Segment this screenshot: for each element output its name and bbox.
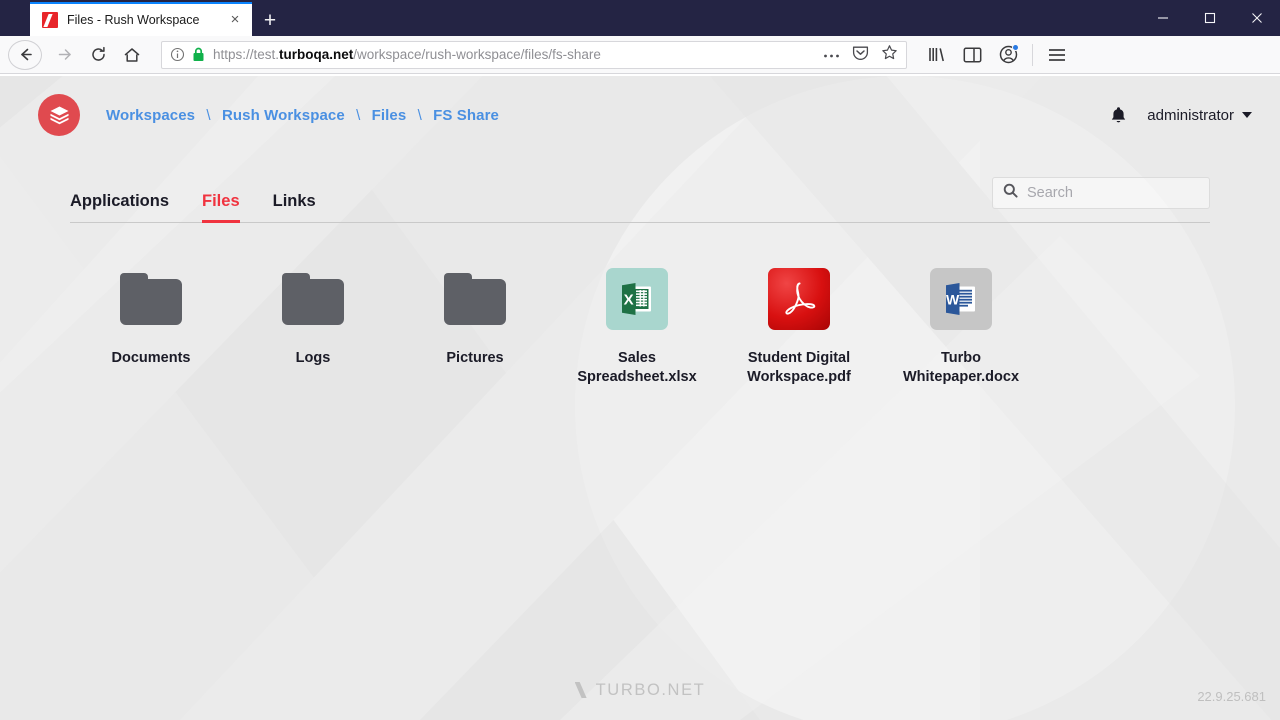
browser-titlebar: Files - Rush Workspace × +	[0, 0, 1280, 36]
header-right: administrator	[1110, 106, 1252, 125]
svg-text:X: X	[624, 292, 634, 309]
account-notification-dot	[1012, 44, 1019, 51]
account-icon[interactable]	[993, 40, 1023, 70]
file-item-label: Sales Spreadsheet.xlsx	[562, 349, 712, 387]
file-item-label: Documents	[112, 349, 191, 368]
page-info-icon[interactable]	[170, 47, 185, 62]
tab-applications[interactable]: Applications	[70, 192, 169, 222]
web-page: Workspaces \ Rush Workspace \ Files \ FS…	[0, 76, 1280, 720]
tab-close-icon[interactable]: ×	[226, 11, 244, 29]
tab-files[interactable]: Files	[202, 192, 240, 222]
browser-navbar: https://test.turboqa.net/workspace/rush-…	[0, 36, 1280, 74]
back-arrow-icon[interactable]	[8, 40, 42, 70]
pocket-icon[interactable]	[852, 44, 869, 66]
file-item-logs[interactable]: Logs	[232, 255, 394, 387]
svg-text:W: W	[946, 292, 960, 308]
file-item-documents[interactable]: Documents	[70, 255, 232, 387]
maximize-icon[interactable]	[1186, 0, 1233, 36]
turbo-logo-icon[interactable]	[38, 94, 80, 136]
minimize-icon[interactable]	[1139, 0, 1186, 36]
breadcrumb-item-rush-workspace[interactable]: Rush Workspace	[222, 107, 345, 124]
breadcrumb-separator: \	[206, 107, 210, 124]
file-item-label: Student Digital Workspace.pdf	[724, 349, 874, 387]
url-ellipsis-button[interactable]	[823, 46, 840, 64]
turbo-net-wordmark: TURBO.NET	[575, 681, 706, 700]
browser-tab-active[interactable]: Files - Rush Workspace ×	[30, 2, 252, 36]
folder-icon	[282, 263, 344, 335]
url-bar[interactable]: https://test.turboqa.net/workspace/rush-…	[161, 41, 907, 69]
breadcrumb-separator: \	[418, 107, 422, 124]
word-icon: W	[930, 263, 992, 335]
content-tabs: Applications Files Links Search	[70, 179, 1210, 223]
folder-icon	[120, 263, 182, 335]
file-item-turbo-whitepaper[interactable]: W Turbo Whitepaper.docx	[880, 255, 1042, 387]
toolbar-divider	[1032, 44, 1033, 66]
file-item-label: Pictures	[446, 349, 503, 368]
browser-toolbar-right	[921, 40, 1072, 70]
file-item-label: Logs	[296, 349, 331, 368]
turbo-favicon-icon	[42, 12, 58, 28]
file-item-label: Turbo Whitepaper.docx	[886, 349, 1036, 387]
bookmark-star-icon[interactable]	[881, 44, 898, 66]
close-icon[interactable]	[1233, 0, 1280, 36]
url-text: https://test.turboqa.net/workspace/rush-…	[213, 47, 815, 62]
browser-tab-title: Files - Rush Workspace	[67, 13, 226, 27]
file-item-student-digital-workspace[interactable]: Student Digital Workspace.pdf	[718, 255, 880, 387]
user-menu[interactable]: administrator	[1147, 107, 1252, 124]
reload-icon[interactable]	[81, 40, 115, 70]
pdf-icon	[768, 263, 830, 335]
chevron-down-icon	[1242, 112, 1252, 118]
new-tab-button[interactable]: +	[252, 6, 288, 36]
search-placeholder: Search	[1027, 185, 1073, 201]
forward-arrow-icon	[47, 40, 81, 70]
hamburger-menu-icon[interactable]	[1042, 40, 1072, 70]
page-content: Workspaces \ Rush Workspace \ Files \ FS…	[0, 76, 1280, 720]
turbo-slash-icon	[575, 682, 587, 698]
breadcrumb-item-workspaces[interactable]: Workspaces	[106, 107, 195, 124]
window-controls	[1139, 0, 1280, 36]
footer-brand-label: TURBO.NET	[596, 681, 706, 700]
tab-strip: Files - Rush Workspace × +	[0, 0, 288, 36]
sidebar-icon[interactable]	[957, 40, 987, 70]
bell-icon[interactable]	[1110, 106, 1127, 125]
library-icon[interactable]	[921, 40, 951, 70]
file-item-pictures[interactable]: Pictures	[394, 255, 556, 387]
browser-window: Files - Rush Workspace × +	[0, 0, 1280, 720]
tab-links[interactable]: Links	[273, 192, 316, 222]
breadcrumb-item-fs-share[interactable]: FS Share	[433, 107, 499, 124]
file-item-sales-spreadsheet[interactable]: X Sales Spreadsheet.xlsx	[556, 255, 718, 387]
breadcrumb-separator: \	[356, 107, 360, 124]
home-icon[interactable]	[115, 40, 149, 70]
user-menu-label: administrator	[1147, 107, 1234, 124]
breadcrumb: Workspaces \ Rush Workspace \ Files \ FS…	[106, 107, 499, 124]
app-header: Workspaces \ Rush Workspace \ Files \ FS…	[0, 76, 1280, 154]
lock-icon[interactable]	[192, 47, 205, 62]
search-icon	[1003, 183, 1018, 203]
version-label: 22.9.25.681	[1197, 689, 1266, 704]
folder-icon	[444, 263, 506, 335]
search-input[interactable]: Search	[992, 177, 1210, 209]
page-footer: TURBO.NET	[0, 678, 1280, 702]
file-grid: Documents Logs Pictures	[70, 255, 1210, 387]
breadcrumb-item-files[interactable]: Files	[372, 107, 407, 124]
excel-icon: X	[606, 263, 668, 335]
